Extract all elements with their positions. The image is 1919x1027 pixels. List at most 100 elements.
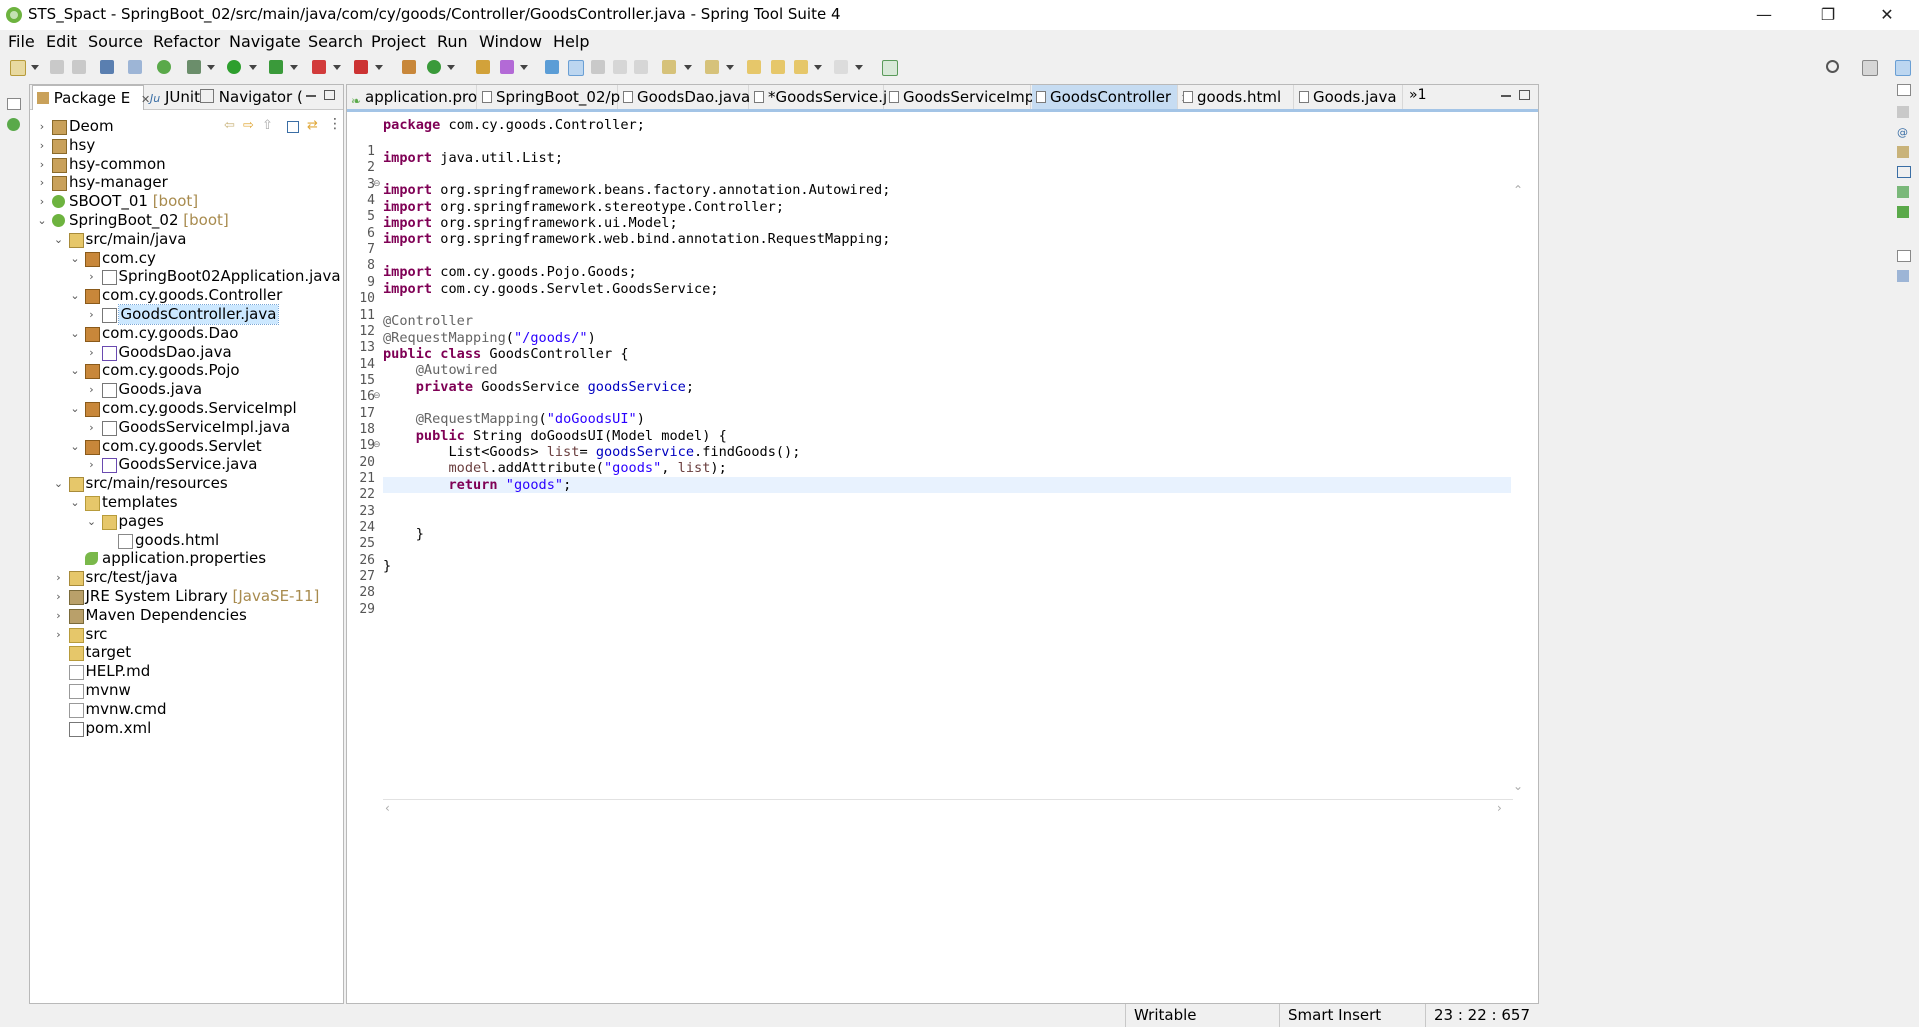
tree-item[interactable]: › SpringBoot02Application.java	[86, 267, 341, 286]
skip-breakpoints-icon[interactable]	[128, 60, 142, 74]
tree-item[interactable]: target	[53, 643, 331, 662]
tree-item[interactable]: ⌄ SpringBoot_02 [boot]	[36, 211, 330, 230]
expand-chevron-icon[interactable]: ⌄	[36, 211, 48, 230]
tree-item[interactable]: › hsy	[36, 136, 330, 155]
pin-editor-icon[interactable]	[882, 60, 898, 76]
open-perspective-icon[interactable]	[1862, 60, 1878, 76]
collapse-chevron-icon[interactable]: ›	[53, 587, 65, 606]
javadoc-icon[interactable]: @	[1897, 126, 1909, 139]
menu-edit[interactable]: Edit	[46, 32, 77, 51]
block-selection-icon[interactable]	[591, 60, 605, 74]
collapse-chevron-icon[interactable]: ›	[36, 155, 48, 174]
scroll-left-icon[interactable]: ‹	[385, 801, 390, 815]
expand-chevron-icon[interactable]: ⌄	[69, 286, 81, 305]
last-edit-location-icon[interactable]	[747, 60, 761, 74]
git-icon[interactable]	[1897, 206, 1909, 218]
tree-item[interactable]: › hsy-manager	[36, 173, 330, 192]
tree-item[interactable]: ⌄ com.cy.goods.Servlet	[69, 437, 330, 456]
outline-icon[interactable]	[1897, 106, 1909, 118]
view-menu-icon[interactable]: ⋮	[328, 116, 342, 132]
new-class-dropdown-icon[interactable]	[447, 65, 455, 70]
tab-goodscontroller[interactable]: GoodsController ✕	[1032, 85, 1190, 109]
tree-item[interactable]: › JRE System Library [JavaSE-11]	[53, 587, 331, 606]
tab-goodsdao[interactable]: GoodsDao.java	[619, 85, 750, 109]
tab-junit[interactable]: Ju JUnit	[146, 85, 200, 109]
debug-icon[interactable]	[187, 60, 201, 74]
previous-annotation-icon[interactable]	[705, 60, 719, 74]
collapse-chevron-icon[interactable]: ›	[53, 625, 65, 644]
tree-item[interactable]: ⌄ com.cy.goods.Dao	[69, 324, 330, 343]
menu-refactor[interactable]: Refactor	[153, 32, 220, 51]
coverage-icon[interactable]	[269, 60, 283, 74]
next-annotation-icon[interactable]	[662, 60, 676, 74]
expand-chevron-icon[interactable]: ⌄	[53, 230, 65, 249]
forward-dropdown-icon[interactable]	[855, 65, 863, 70]
terminal-icon[interactable]	[100, 60, 114, 74]
collapse-chevron-icon[interactable]	[53, 662, 65, 681]
tree-item[interactable]: › Maven Dependencies	[53, 606, 331, 625]
tree-item[interactable]: › GoodsDao.java	[86, 343, 331, 362]
new-java-class-icon[interactable]	[427, 60, 441, 74]
tab-application-properties[interactable]: ❧ application.pro	[347, 85, 477, 109]
fold-toggle-icon[interactable]: ⊖	[373, 391, 381, 401]
tree-item[interactable]: ⌄ src/main/resources	[53, 474, 331, 493]
minimize-button[interactable]: —	[1741, 2, 1787, 28]
tree-item[interactable]: application.properties	[69, 549, 330, 568]
toggle-breadcrumb-icon[interactable]	[568, 60, 584, 76]
tree-item[interactable]: › Deom	[36, 117, 330, 136]
tree-item[interactable]: mvnw	[53, 681, 331, 700]
collapse-chevron-icon[interactable]	[53, 719, 65, 738]
expand-chevron-icon[interactable]: ⌄	[53, 474, 65, 493]
collapse-chevron-icon[interactable]: ›	[86, 380, 98, 399]
save-all-icon[interactable]	[72, 60, 86, 74]
external-tools-icon[interactable]	[354, 60, 368, 74]
external-tools-dropdown-icon[interactable]	[375, 65, 383, 70]
collapse-chevron-icon[interactable]	[102, 531, 114, 550]
tree-item[interactable]: ⌄ pages	[86, 512, 331, 531]
tab-goods-html[interactable]: goods.html	[1179, 85, 1294, 109]
menu-window[interactable]: Window	[479, 32, 542, 51]
menu-source[interactable]: Source	[88, 32, 143, 51]
scroll-right-icon[interactable]: ›	[1497, 801, 1502, 815]
close-window-button[interactable]: ✕	[1864, 2, 1910, 28]
java-perspective-icon[interactable]	[1895, 60, 1911, 76]
collapse-chevron-icon[interactable]	[69, 549, 81, 568]
tree-item[interactable]: › Goods.java	[86, 380, 331, 399]
menu-navigate[interactable]: Navigate	[229, 32, 301, 51]
tree-item[interactable]: › src/test/java	[53, 568, 331, 587]
tree-item[interactable]: HELP.md	[53, 662, 331, 681]
save-icon[interactable]	[50, 60, 64, 74]
tree-item[interactable]: › GoodsServiceImpl.java	[86, 418, 331, 437]
restore-button[interactable]: ❐	[1805, 2, 1851, 28]
search-dropdown-icon[interactable]	[520, 65, 528, 70]
minimize-editor-icon[interactable]	[1501, 95, 1511, 97]
tree-item[interactable]: mvnw.cmd	[53, 700, 331, 719]
collapse-chevron-icon[interactable]: ›	[86, 305, 98, 324]
fold-toggle-icon[interactable]: ⊖	[373, 179, 381, 189]
back-dropdown-icon[interactable]	[814, 65, 822, 70]
maximize-view-icon[interactable]	[324, 90, 335, 100]
menu-file[interactable]: File	[8, 32, 35, 51]
new-icon[interactable]	[10, 60, 26, 76]
tab-goods-java[interactable]: Goods.java	[1295, 85, 1403, 109]
tab-goodsservice[interactable]: *GoodsService.j	[750, 85, 887, 109]
console-icon[interactable]	[1897, 166, 1911, 178]
menu-search[interactable]: Search	[308, 32, 363, 51]
more-tabs-button[interactable]: »1	[1409, 87, 1426, 103]
tree-item[interactable]: ⌄ com.cy	[69, 249, 330, 268]
progress-icon[interactable]	[1897, 186, 1909, 198]
tree-item[interactable]: pom.xml	[53, 719, 331, 738]
new-java-package-icon[interactable]	[402, 60, 416, 74]
collapse-chevron-icon[interactable]: ›	[86, 267, 98, 286]
maximize-editor-icon[interactable]	[1519, 90, 1530, 100]
scroll-down-icon[interactable]: ⌄	[1513, 779, 1523, 793]
collapse-chevron-icon[interactable]: ›	[53, 606, 65, 625]
expand-chevron-icon[interactable]: ⌄	[69, 249, 81, 268]
tab-pom[interactable]: SpringBoot_02/p	[478, 85, 620, 109]
task-list-icon[interactable]	[1897, 270, 1909, 282]
stop-icon[interactable]	[312, 60, 326, 74]
coverage-dropdown-icon[interactable]	[290, 65, 298, 70]
run-icon[interactable]	[227, 60, 241, 74]
declaration-icon[interactable]	[1897, 146, 1909, 158]
run-dropdown-icon[interactable]	[249, 65, 257, 70]
